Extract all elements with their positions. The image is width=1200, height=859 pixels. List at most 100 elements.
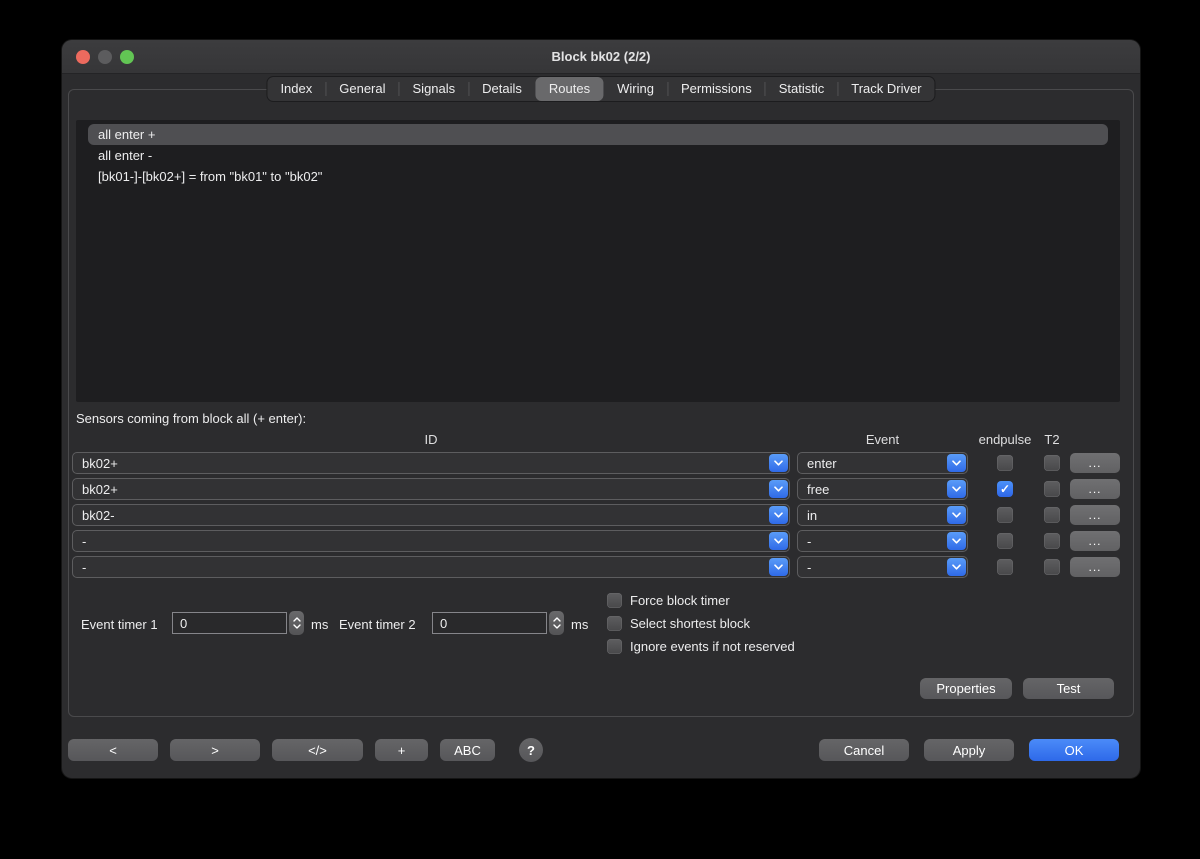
sensor-event-value: enter	[798, 456, 947, 471]
add-button[interactable]: +	[375, 739, 428, 761]
tab-details[interactable]: Details	[469, 77, 535, 101]
sensor-id-select[interactable]: -	[72, 530, 790, 552]
options-group: Force block timer Select shortest block …	[607, 593, 795, 662]
window-title: Block bk02 (2/2)	[62, 40, 1140, 74]
option-label: Force block timer	[630, 593, 730, 608]
tab-track-driver[interactable]: Track Driver	[838, 77, 934, 101]
zoom-button[interactable]	[120, 50, 134, 64]
sensor-event-value: -	[798, 560, 947, 575]
sensor-event-select[interactable]: free	[797, 478, 968, 500]
endpulse-checkbox[interactable]	[997, 507, 1013, 523]
chevron-down-icon	[769, 506, 788, 524]
route-list-item[interactable]: [bk01-]-[bk02+] = from "bk01" to "bk02"	[88, 166, 1108, 187]
endpulse-checkbox[interactable]	[997, 533, 1013, 549]
sensor-id-value: bk02+	[73, 482, 769, 497]
test-button[interactable]: Test	[1023, 678, 1114, 699]
tab-wiring[interactable]: Wiring	[604, 77, 667, 101]
chevron-down-icon	[947, 506, 966, 524]
sensor-more-button[interactable]: ...	[1070, 557, 1120, 577]
chevron-up-icon	[553, 617, 561, 622]
chevron-down-icon	[947, 532, 966, 550]
next-button[interactable]: >	[170, 739, 260, 761]
sensor-rows: bk02+ enter ... bk02+ free	[72, 452, 1120, 582]
column-header-t2: T2	[1038, 432, 1066, 447]
chevron-down-icon	[769, 558, 788, 576]
close-button[interactable]	[76, 50, 90, 64]
tab-index[interactable]: Index	[267, 77, 325, 101]
tab-bar: IndexGeneralSignalsDetailsRoutesWiringPe…	[266, 76, 935, 102]
sensor-id-select[interactable]: bk02+	[72, 452, 790, 474]
sensor-row: bk02+ enter ...	[72, 452, 1120, 474]
sensor-id-select[interactable]: -	[72, 556, 790, 578]
chevron-down-icon	[947, 454, 966, 472]
event-timer-1-stepper[interactable]	[289, 611, 304, 635]
endpulse-checkbox[interactable]	[997, 559, 1013, 575]
sensor-event-value: free	[798, 482, 947, 497]
help-button[interactable]: ?	[519, 738, 543, 762]
apply-button[interactable]: Apply	[924, 739, 1014, 761]
chevron-up-icon	[293, 617, 301, 622]
t2-checkbox[interactable]	[1044, 559, 1060, 575]
tab-signals[interactable]: Signals	[400, 77, 469, 101]
chevron-down-icon	[769, 532, 788, 550]
sensor-event-value: in	[798, 508, 947, 523]
sensor-more-button[interactable]: ...	[1070, 531, 1120, 551]
event-timer-1-unit: ms	[311, 617, 328, 632]
option-checkbox[interactable]	[607, 593, 622, 608]
endpulse-checkbox[interactable]	[997, 481, 1013, 497]
sensor-id-value: bk02-	[73, 508, 769, 523]
tab-permissions[interactable]: Permissions	[668, 77, 765, 101]
sensor-id-select[interactable]: bk02+	[72, 478, 790, 500]
option-checkbox[interactable]	[607, 639, 622, 654]
event-timer-2-stepper[interactable]	[549, 611, 564, 635]
cancel-button[interactable]: Cancel	[819, 739, 909, 761]
event-timer-1-label: Event timer 1	[81, 617, 158, 632]
tab-routes[interactable]: Routes	[536, 77, 603, 101]
sensor-id-value: -	[73, 534, 769, 549]
xml-code-button[interactable]: </>	[272, 739, 363, 761]
ok-button[interactable]: OK	[1029, 739, 1119, 761]
sensor-event-value: -	[798, 534, 947, 549]
sensor-more-button[interactable]: ...	[1070, 479, 1120, 499]
previous-button[interactable]: <	[68, 739, 158, 761]
sensor-event-select[interactable]: -	[797, 556, 968, 578]
properties-button[interactable]: Properties	[920, 678, 1012, 699]
option-label: Ignore events if not reserved	[630, 639, 795, 654]
abc-button[interactable]: ABC	[440, 739, 495, 761]
t2-checkbox[interactable]	[1044, 533, 1060, 549]
t2-checkbox[interactable]	[1044, 507, 1060, 523]
endpulse-checkbox[interactable]	[997, 455, 1013, 471]
column-header-endpulse: endpulse	[975, 432, 1035, 447]
sensor-id-value: bk02+	[73, 456, 769, 471]
sensor-id-select[interactable]: bk02-	[72, 504, 790, 526]
sensor-more-button[interactable]: ...	[1070, 505, 1120, 525]
routes-list: all enter +all enter -[bk01-]-[bk02+] = …	[76, 120, 1120, 402]
event-timer-2-label: Event timer 2	[339, 617, 416, 632]
tab-statistic[interactable]: Statistic	[766, 77, 838, 101]
tab-general[interactable]: General	[326, 77, 398, 101]
option-row: Select shortest block	[607, 616, 795, 631]
sensor-row: - - ...	[72, 530, 1120, 552]
titlebar: Block bk02 (2/2)	[62, 40, 1140, 74]
sensor-event-select[interactable]: enter	[797, 452, 968, 474]
t2-checkbox[interactable]	[1044, 455, 1060, 471]
t2-checkbox[interactable]	[1044, 481, 1060, 497]
dialog-window: Block bk02 (2/2) IndexGeneralSignalsDeta…	[62, 40, 1140, 778]
chevron-down-icon	[293, 624, 301, 629]
sensor-more-button[interactable]: ...	[1070, 453, 1120, 473]
event-timer-2-unit: ms	[571, 617, 588, 632]
route-list-item[interactable]: all enter +	[88, 124, 1108, 145]
event-timer-1-input[interactable]	[172, 612, 287, 634]
column-header-id: ID	[72, 432, 790, 447]
sensor-row: - - ...	[72, 556, 1120, 578]
chevron-down-icon	[769, 480, 788, 498]
sensor-row: bk02- in ...	[72, 504, 1120, 526]
option-row: Ignore events if not reserved	[607, 639, 795, 654]
route-list-item[interactable]: all enter -	[88, 145, 1108, 166]
sensor-event-select[interactable]: in	[797, 504, 968, 526]
sensor-row: bk02+ free ...	[72, 478, 1120, 500]
sensor-event-select[interactable]: -	[797, 530, 968, 552]
option-checkbox[interactable]	[607, 616, 622, 631]
event-timer-2-input[interactable]	[432, 612, 547, 634]
minimize-button[interactable]	[98, 50, 112, 64]
